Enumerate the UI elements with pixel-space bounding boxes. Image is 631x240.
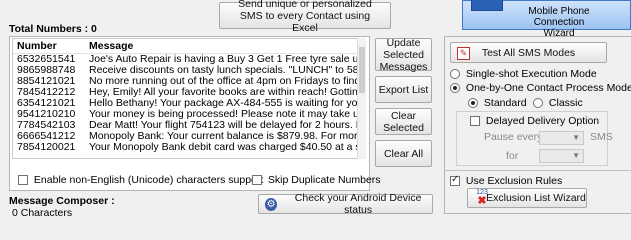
row-number: 9541210210 <box>17 109 76 120</box>
pause-every-label: Pause every <box>484 131 543 143</box>
table-row[interactable]: 7845412212 Hey, Emily! All your favorite … <box>13 87 365 98</box>
skip-duplicate-option[interactable]: Skip Duplicate Numbers <box>252 174 381 186</box>
classic-option[interactable]: Classic <box>533 97 583 109</box>
row-message: No more running out of the office at 4pm… <box>89 76 365 87</box>
clear-selected-button[interactable]: Clear Selected <box>375 108 432 135</box>
composer-title: Message Composer : <box>9 195 115 207</box>
skip-duplicate-checkbox[interactable] <box>252 175 262 186</box>
options-divider <box>444 170 631 171</box>
list-header: Number Message <box>13 39 365 54</box>
one-by-one-label: One-by-One Contact Process Mode <box>465 82 631 94</box>
test-sms-modes-button[interactable]: ✎ Test All SMS Modes <box>450 42 607 63</box>
row-message: Monopoly Bank: Your current balance is $… <box>89 131 365 142</box>
chevron-down-icon: ▼ <box>572 151 580 160</box>
pause-duration-select[interactable]: ▼ <box>539 149 584 163</box>
test-icon: ✎ <box>457 47 470 60</box>
row-number: 6666541212 <box>17 131 76 142</box>
delayed-delivery-option[interactable]: Delayed Delivery Option <box>470 115 599 127</box>
table-row[interactable]: 7784542103 Dear Matt! Your flight 754123 … <box>13 120 365 131</box>
delayed-delivery-label: Delayed Delivery Option <box>485 115 600 127</box>
row-message: Your money is being processed! Please no… <box>89 109 365 120</box>
single-shot-radio[interactable] <box>450 69 460 80</box>
update-selected-label: Update Selected Messages <box>379 36 428 73</box>
mobile-wizard-label: Mobile Phone Connection Wizard <box>528 6 590 39</box>
row-number: 7854120021 <box>17 142 76 153</box>
use-exclusion-option[interactable]: Use Exclusion Rules <box>450 174 563 187</box>
skip-duplicate-label: Skip Duplicate Numbers <box>267 174 381 186</box>
phone-icon <box>471 0 503 11</box>
android-status-button[interactable]: ⚙ Check your Android Device status <box>258 192 433 216</box>
row-message: Joe's Auto Repair is having a Buy 3 Get … <box>89 54 365 65</box>
table-row[interactable]: 6532651541 Joe's Auto Repair is having a … <box>13 54 365 65</box>
total-numbers-label: Total Numbers : 0 <box>9 23 97 35</box>
exclusion-wizard-label: Exclusion List Wizard <box>486 192 586 204</box>
scrollbar-thumb[interactable] <box>359 47 365 93</box>
excel-sms-label: Send unique or personalized SMS to every… <box>238 0 372 34</box>
row-message: Hey, Emily! All your favorite books are … <box>89 87 365 98</box>
list-scrollbar[interactable] <box>357 38 366 159</box>
classic-radio[interactable] <box>533 98 543 109</box>
for-label: for <box>506 150 519 162</box>
table-row[interactable]: 8854121021 No more running out of the off… <box>13 76 365 87</box>
clear-all-label: Clear All <box>383 147 424 160</box>
numbers-list[interactable]: Number Message 6532651541 Joe's Auto Repa… <box>12 38 366 159</box>
excel-sms-button[interactable]: Send unique or personalized SMS to every… <box>219 0 391 34</box>
clear-selected-label: Clear Selected <box>383 109 424 134</box>
unicode-label: Enable non-English (Unicode) characters … <box>33 174 264 186</box>
classic-label: Classic <box>548 97 583 109</box>
use-exclusion-label: Use Exclusion Rules <box>465 175 563 187</box>
exclusion-icon: 123 ✖ <box>476 189 488 207</box>
use-exclusion-checkbox[interactable] <box>450 174 460 187</box>
row-message: Receive discounts on tasty lunch special… <box>89 65 365 76</box>
table-row[interactable]: 6354121021 Hello Bethany! Your package AX… <box>13 98 365 109</box>
clear-all-button[interactable]: Clear All <box>375 140 432 167</box>
one-by-one-radio[interactable] <box>450 83 460 94</box>
standard-option[interactable]: Standard <box>468 97 527 109</box>
row-message: Hello Bethany! Your package AX-484-555 i… <box>89 98 365 109</box>
update-selected-button[interactable]: Update Selected Messages <box>375 36 432 73</box>
row-message: Dear Matt! Your flight 754123 will be de… <box>89 120 365 131</box>
export-list-label: Export List <box>378 83 429 96</box>
standard-label: Standard <box>483 97 527 109</box>
character-count: 0 Characters <box>12 207 73 219</box>
mobile-wizard-button[interactable]: Mobile Phone Connection Wizard <box>462 0 631 39</box>
row-number: 7845412212 <box>17 87 76 98</box>
sms-unit-label: SMS <box>590 131 613 143</box>
delayed-delivery-checkbox[interactable] <box>470 116 480 127</box>
table-row[interactable]: 9865988748 Receive discounts on tasty lun… <box>13 65 365 76</box>
row-message: Your Monopoly Bank debit card was charge… <box>89 142 365 153</box>
one-by-one-option[interactable]: One-by-One Contact Process Mode <box>450 82 631 94</box>
gear-icon: ⚙ <box>265 197 278 211</box>
row-number: 7784542103 <box>17 120 76 131</box>
exclusion-wizard-button[interactable]: 123 ✖ Exclusion List Wizard <box>467 188 587 208</box>
table-row[interactable]: 6666541212 Monopoly Bank: Your current ba… <box>13 131 365 142</box>
single-shot-label: Single-shot Execution Mode <box>465 68 597 80</box>
row-number: 9865988748 <box>17 65 76 76</box>
android-status-label: Check your Android Device status <box>294 192 422 216</box>
standard-radio[interactable] <box>468 98 478 109</box>
row-number: 6532651541 <box>17 54 76 65</box>
table-row[interactable]: 7854120021 Your Monopoly Bank debit card … <box>13 142 365 153</box>
header-message[interactable]: Message <box>85 39 133 53</box>
export-list-button[interactable]: Export List <box>375 76 432 103</box>
unicode-option[interactable]: Enable non-English (Unicode) characters … <box>18 174 263 186</box>
chevron-down-icon: ▼ <box>572 133 580 142</box>
row-number: 6354121021 <box>17 98 76 109</box>
single-shot-option[interactable]: Single-shot Execution Mode <box>450 68 597 80</box>
row-number: 8854121021 <box>17 76 76 87</box>
pause-count-select[interactable]: ▼ <box>539 131 584 145</box>
header-number[interactable]: Number <box>13 39 85 53</box>
table-row[interactable]: 9541210210 Your money is being processed!… <box>13 109 365 120</box>
test-sms-modes-label: Test All SMS Modes <box>481 46 576 59</box>
unicode-checkbox[interactable] <box>18 175 28 186</box>
